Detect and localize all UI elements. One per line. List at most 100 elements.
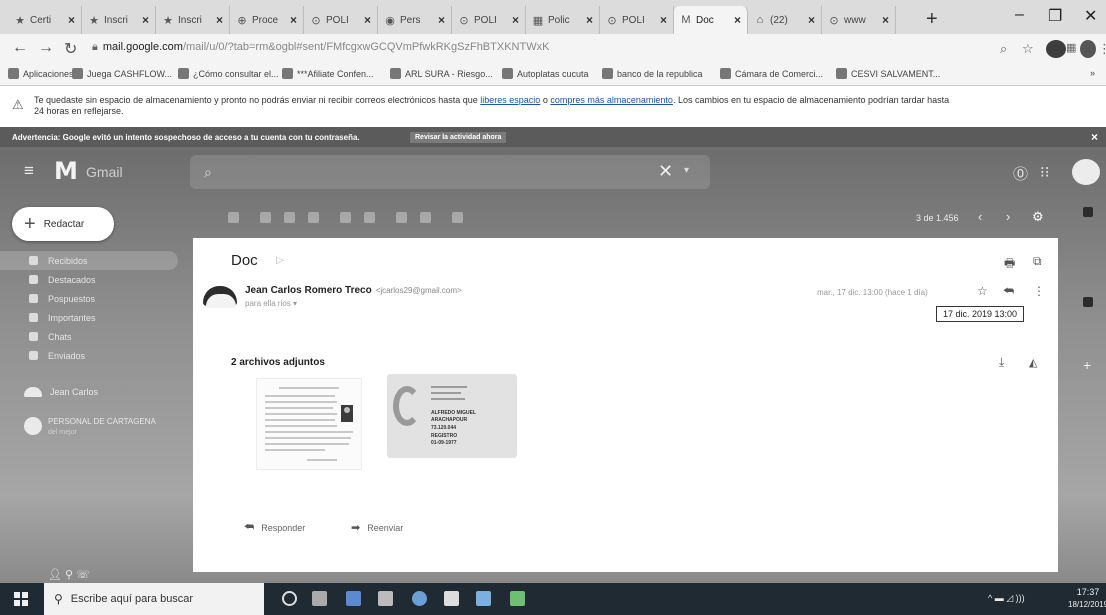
browser-tab[interactable]: ★ Inscri × (82, 6, 156, 34)
close-tab-icon[interactable]: × (142, 13, 149, 27)
app-icon[interactable] (378, 591, 393, 606)
hangout-contact[interactable]: PERSONAL DE CARTAGENA del mejor (24, 417, 156, 438)
system-tray[interactable]: ^ ▬ ◿ ))) (988, 593, 1025, 604)
bookmark-item[interactable]: Cámara de Comerci... (720, 68, 823, 79)
sidebar-item-destacados[interactable]: Destacados (0, 270, 190, 289)
extension-icon[interactable] (1046, 40, 1066, 58)
important-marker-icon[interactable]: ▷ (276, 255, 284, 266)
hangouts-footer-icons[interactable]: 👤︎ ⚲ ☏ (48, 568, 90, 581)
bookmark-item[interactable]: Aplicaciones (8, 68, 74, 79)
sidebar-item-enviados[interactable]: Enviados (0, 346, 190, 365)
excel-icon[interactable] (510, 591, 525, 606)
close-tab-icon[interactable]: × (290, 13, 297, 27)
close-tab-icon[interactable]: × (216, 13, 223, 27)
snooze-icon[interactable] (364, 212, 375, 223)
reply-button[interactable]: ⮪ Responder (244, 521, 305, 534)
back-to-list-icon[interactable] (228, 212, 239, 223)
forward-button[interactable]: ➡ Reenviar (351, 521, 403, 534)
sidebar-item-importantes[interactable]: Importantes (0, 308, 190, 327)
keep-icon[interactable] (1083, 297, 1093, 307)
browser-tab[interactable]: ★ Certi × (8, 6, 82, 34)
label-icon[interactable] (420, 212, 431, 223)
maximize-button[interactable]: ❐ (1048, 6, 1062, 26)
close-window-button[interactable]: ✕ (1084, 6, 1097, 26)
sidebar-item-pospuestos[interactable]: Pospuestos (0, 289, 190, 308)
print-icon[interactable]: 🖶︎ (1004, 254, 1015, 275)
clear-search-icon[interactable]: ✕ (658, 161, 673, 182)
browser-tab[interactable]: ⊙ POLI × (600, 6, 674, 34)
url-field[interactable]: 🔒︎ mail.google.com/mail/u/0/?tab=rm&ogbl#… (92, 41, 549, 54)
open-in-new-window-icon[interactable]: ⧉ (1033, 254, 1042, 269)
mail-icon[interactable] (444, 591, 459, 606)
windows-start-icon[interactable] (14, 592, 28, 606)
bookmarks-overflow-button[interactable]: » (1090, 68, 1095, 78)
file-explorer-icon[interactable] (346, 591, 361, 606)
browser-tab[interactable]: ⊙ www × (822, 6, 896, 34)
close-tab-icon[interactable]: × (512, 13, 519, 27)
browser-tab[interactable]: ⊙ POLI × (452, 6, 526, 34)
profile-avatar[interactable] (1080, 40, 1096, 58)
bookmark-item[interactable]: Autoplatas cucuta (502, 68, 589, 79)
close-tab-icon[interactable]: × (882, 13, 889, 27)
close-tab-icon[interactable]: × (586, 13, 593, 27)
archive-icon[interactable] (260, 212, 271, 223)
free-space-link[interactable]: liberes espacio (480, 95, 540, 105)
review-activity-button[interactable]: Revisar la actividad ahora (410, 132, 507, 143)
browser-tab[interactable]: M Doc × (674, 6, 748, 34)
report-spam-icon[interactable] (284, 212, 295, 223)
taskbar-search-input[interactable]: ⚲ Escribe aquí para buscar (44, 583, 264, 615)
browser-tab[interactable]: ▦ Polic × (526, 6, 600, 34)
sidebar-item-recibidos[interactable]: Recibidos (0, 251, 178, 270)
gmail-logo-icon[interactable]: M (54, 157, 78, 185)
star-icon[interactable]: ☆ (1022, 41, 1034, 57)
close-tab-icon[interactable]: × (438, 13, 445, 27)
minimize-button[interactable]: – (1015, 6, 1024, 24)
search-icon[interactable]: ⌕ (204, 164, 212, 181)
taskbar-clock[interactable]: 17:37 18/12/2019 (1068, 586, 1106, 611)
move-to-icon[interactable] (396, 212, 407, 223)
search-input[interactable]: ⌕ ✕ ▾ (190, 155, 710, 189)
close-banner-button[interactable]: × (1091, 130, 1098, 144)
recipient-details[interactable]: para ella rios ▾ (245, 299, 297, 308)
bookmark-item[interactable]: ***Afiliate Confen... (282, 68, 374, 79)
mark-unread-icon[interactable] (340, 212, 351, 223)
search-icon[interactable]: ⌕ (1000, 41, 1007, 57)
browser-tab[interactable]: ⊕ Proce × (230, 6, 304, 34)
attachment-document-thumbnail[interactable] (256, 378, 362, 470)
close-tab-icon[interactable]: × (364, 13, 371, 27)
browser-tab[interactable]: ⌂ (22) × (748, 6, 822, 34)
save-to-drive-icon[interactable]: ◭ (1029, 356, 1037, 369)
bookmark-item[interactable]: Juega CASHFLOW... (72, 68, 172, 79)
menu-kebab-icon[interactable]: ⋮ (1098, 41, 1106, 57)
bookmark-item[interactable]: ARL SURA - Riesgo... (390, 68, 493, 79)
search-options-icon[interactable]: ▾ (684, 165, 689, 176)
account-avatar[interactable] (1072, 159, 1100, 185)
browser-tab[interactable]: ★ Inscri × (156, 6, 230, 34)
next-message-button[interactable]: › (1006, 209, 1010, 224)
extension-icon-2[interactable]: ▦ (1066, 41, 1076, 54)
browser-tab[interactable]: ⊙ POLI × (304, 6, 378, 34)
compose-button[interactable]: + Redactar (12, 207, 114, 241)
more-options-icon[interactable]: ⋮ (1033, 284, 1045, 298)
close-tab-icon[interactable]: × (734, 13, 741, 27)
reload-icon[interactable]: ↻ (64, 39, 77, 59)
sender-name[interactable]: Jean Carlos Romero Treco <jcarlos29@gmail… (245, 285, 462, 296)
app-icon-2[interactable] (476, 591, 491, 606)
previous-message-button[interactable]: ‹ (978, 209, 982, 224)
add-addon-icon[interactable]: + (1083, 357, 1093, 373)
close-tab-icon[interactable]: × (68, 13, 75, 27)
sidebar-item-chats[interactable]: Chats (0, 327, 190, 346)
buy-storage-link[interactable]: compres más almacenamiento (550, 95, 673, 105)
more-actions-icon[interactable] (452, 212, 463, 223)
bookmark-item[interactable]: banco de la republica (602, 68, 703, 79)
help-icon[interactable]: ⓪ (1013, 163, 1028, 184)
hangout-contact[interactable]: Jean Carlos (24, 387, 98, 397)
back-arrow-icon[interactable]: ← (12, 39, 28, 57)
bookmark-item[interactable]: CESVI SALVAMENT... (836, 68, 940, 79)
download-all-icon[interactable]: ⤓ (999, 355, 1004, 370)
delete-icon[interactable] (308, 212, 319, 223)
bookmark-item[interactable]: ¿Cómo consultar el... (178, 68, 279, 79)
new-tab-button[interactable]: + (926, 8, 938, 31)
cortana-icon[interactable] (282, 591, 297, 606)
forward-arrow-icon[interactable]: → (38, 39, 54, 57)
